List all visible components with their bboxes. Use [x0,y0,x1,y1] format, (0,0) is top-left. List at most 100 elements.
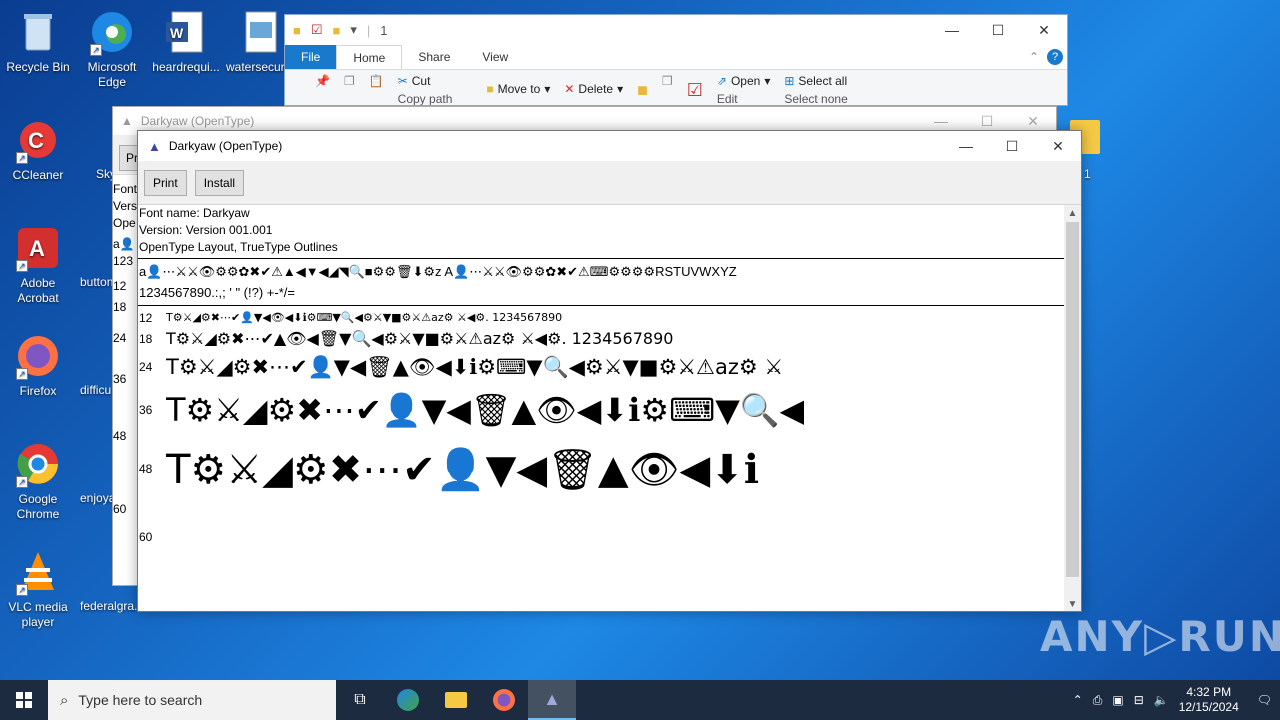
chevron-down-icon: ▾ [617,82,624,96]
font-preview-area[interactable]: Font name: Darkyaw Version: Version 001.… [138,205,1066,611]
window-title: Darkyaw (OpenType) [168,139,283,153]
desktop-icon-vlc[interactable]: ↗ VLC media player [0,548,76,630]
charset-line-2: 1234567890.:,; ' " (!?) +-*/= [139,285,295,300]
cut-button[interactable]: ✂ Cut [398,74,453,88]
info-line: Ope [113,216,136,230]
notification-icon[interactable]: 🗨 [1257,693,1272,707]
desktop-icon-edge[interactable]: ↗ Microsoft Edge [74,8,150,90]
firefox-taskbar-icon[interactable] [480,680,528,720]
device-icon[interactable]: ▣ [1112,693,1123,707]
svg-text:C: C [28,128,44,153]
paste-icon[interactable]: 📋 [369,74,384,88]
font-viewer-window[interactable]: ▲ Darkyaw (OpenType) — ☐ ✕ Print Install… [137,130,1082,612]
sample-size-label: 18 [113,300,127,314]
start-button[interactable] [0,680,48,720]
desktop-icon-word-doc[interactable]: W heardrequi... [148,8,224,75]
chevron-down-icon[interactable]: ▾ [350,22,357,38]
sample-size-label: 24 [139,360,153,374]
close-button[interactable]: ✕ [1021,15,1067,45]
ribbon-tabs: File Home Share View ⌃ ? [285,45,1067,69]
font-outlines: OpenType Layout, TrueType Outlines [139,240,338,254]
scroll-down-icon[interactable]: ▼ [1064,596,1081,611]
font-name: Font name: Darkyaw [139,206,250,220]
open-group: ⇗ Open ▾ Edit [717,74,784,105]
open-button[interactable]: ⇗ Open ▾ [717,74,770,88]
maximize-button[interactable]: ☐ [989,131,1035,161]
edge-taskbar-icon[interactable] [384,680,432,720]
image-file-icon [236,8,284,56]
desktop-icon-label: Google Chrome [16,492,60,521]
file-explorer-window[interactable]: ■ ☑ ■ ▾ | 1 — ☐ ✕ File Home Share View ⌃… [284,14,1068,106]
acrobat-icon: A ↗ [14,224,62,272]
desktop-icon-firefox[interactable]: ↗ Firefox [0,332,76,399]
desktop-icon-label: VLC media player [8,600,68,629]
sample-size-label: 36 [113,372,127,386]
install-button[interactable]: Install [194,169,245,196]
properties-icon[interactable]: ☑ [687,80,703,101]
minimize-button[interactable]: — [943,131,989,161]
new-item-icon[interactable]: ❒ [662,74,673,88]
scrollbar-thumb[interactable] [1066,222,1079,577]
partial-desktop-label: button [80,275,112,289]
task-view-icon[interactable]: ⧉ [336,680,384,720]
system-tray: ⌃ ⎙ ▣ ⊟ 🔈 4:32 PM 12/15/2024 🗨 [1073,680,1280,720]
desktop-icon-chrome[interactable]: ↗ Google Chrome [0,440,76,522]
help-icon[interactable]: ? [1047,49,1063,65]
sample-size-label: 60 [139,530,153,544]
partial-desktop-label: enjoya [80,491,112,505]
sample-size-label: 18 [139,331,153,346]
sample-size-label: 12 [113,279,127,293]
desktop-icon-acrobat[interactable]: A ↗ Adobe Acrobat [0,224,76,306]
font-viewer-toolbar: Print Install [138,161,1081,205]
sample-row: 48 T⚙⚔◢⚙✖⋯✔👤▼◀🗑▲👁◀⬇ℹ [138,436,1066,502]
select-none-button[interactable]: Select none [784,92,847,105]
sample-size-label: 12 [139,310,153,325]
copy-path-button[interactable]: Copy path [398,92,453,105]
tab-share[interactable]: Share [402,45,466,69]
move-to-button[interactable]: ■ Move to ▾ [486,82,550,96]
new-folder-icon[interactable]: ■ [333,23,341,38]
sample-size-label: 48 [113,429,127,443]
select-all-button[interactable]: ⊞ Select all [784,74,847,88]
desktop-icon-label: heardrequi... [152,60,220,74]
desktop-icon-ccleaner[interactable]: C ↗ CCleaner [0,116,76,183]
partial-desktop-label: 1 [1084,167,1091,181]
chevron-down-icon: ▾ [544,82,551,96]
vertical-scrollbar[interactable]: ▲ ▼ [1064,205,1081,611]
back-charset-digits: 123 [113,254,134,268]
open-icon: ⇗ [716,74,727,88]
font-viewer-taskbar-icon[interactable]: ▲ [528,680,576,720]
tab-home[interactable]: Home [336,45,403,69]
properties-icon[interactable]: ☑ [311,22,323,38]
minimize-button[interactable]: — [929,15,975,45]
window-title: Darkyaw (OpenType) [140,114,255,128]
font-viewer-titlebar: ▲ Darkyaw (OpenType) — ☐ ✕ [138,131,1081,161]
taskbar-search-box[interactable]: ⌕ Type here to search [48,680,336,720]
copy-icon[interactable]: ❐ [344,74,355,88]
close-button[interactable]: ✕ [1035,131,1081,161]
sample-row: 12 T⚙⚔◢⚙✖⋯✔👤▼◀👁◀⬇ℹ⚙⌨▼🔍◀⚙⚔▼■⚙⚔⚠az⚙ ⚔◀⚙. 1… [138,308,1066,327]
font-app-icon: ▲ [148,138,161,154]
desktop-icon-recycle-bin[interactable]: Recycle Bin [0,8,76,75]
edit-button[interactable]: Edit [717,92,770,105]
font-version: Version: Version 001.001 [139,223,273,237]
tab-file[interactable]: File [285,45,337,69]
delete-button[interactable]: ✕ Delete ▾ [564,82,623,96]
vlc-icon: ↗ [14,548,62,596]
pin-icon[interactable]: 📌 [315,74,330,88]
search-icon: ⌕ [60,691,69,709]
scroll-up-icon[interactable]: ▲ [1064,205,1081,222]
print-button[interactable]: Print [144,169,187,196]
sample-size-label: 60 [113,502,127,516]
file-explorer-taskbar-icon[interactable] [432,680,480,720]
new-folder-icon[interactable]: ■ [637,80,648,101]
chevron-up-icon[interactable]: ⌃ [1029,50,1039,64]
network-icon[interactable]: ⊟ [1134,693,1144,707]
maximize-button[interactable]: ☐ [975,15,1021,45]
tab-view[interactable]: View [466,45,524,69]
printer-icon[interactable]: ⎙ [1093,693,1103,708]
chevron-up-icon[interactable]: ⌃ [1073,693,1083,707]
sample-size-label: 36 [139,403,153,417]
clock[interactable]: 4:32 PM 12/15/2024 [1179,685,1239,715]
volume-icon[interactable]: 🔈 [1154,693,1169,707]
